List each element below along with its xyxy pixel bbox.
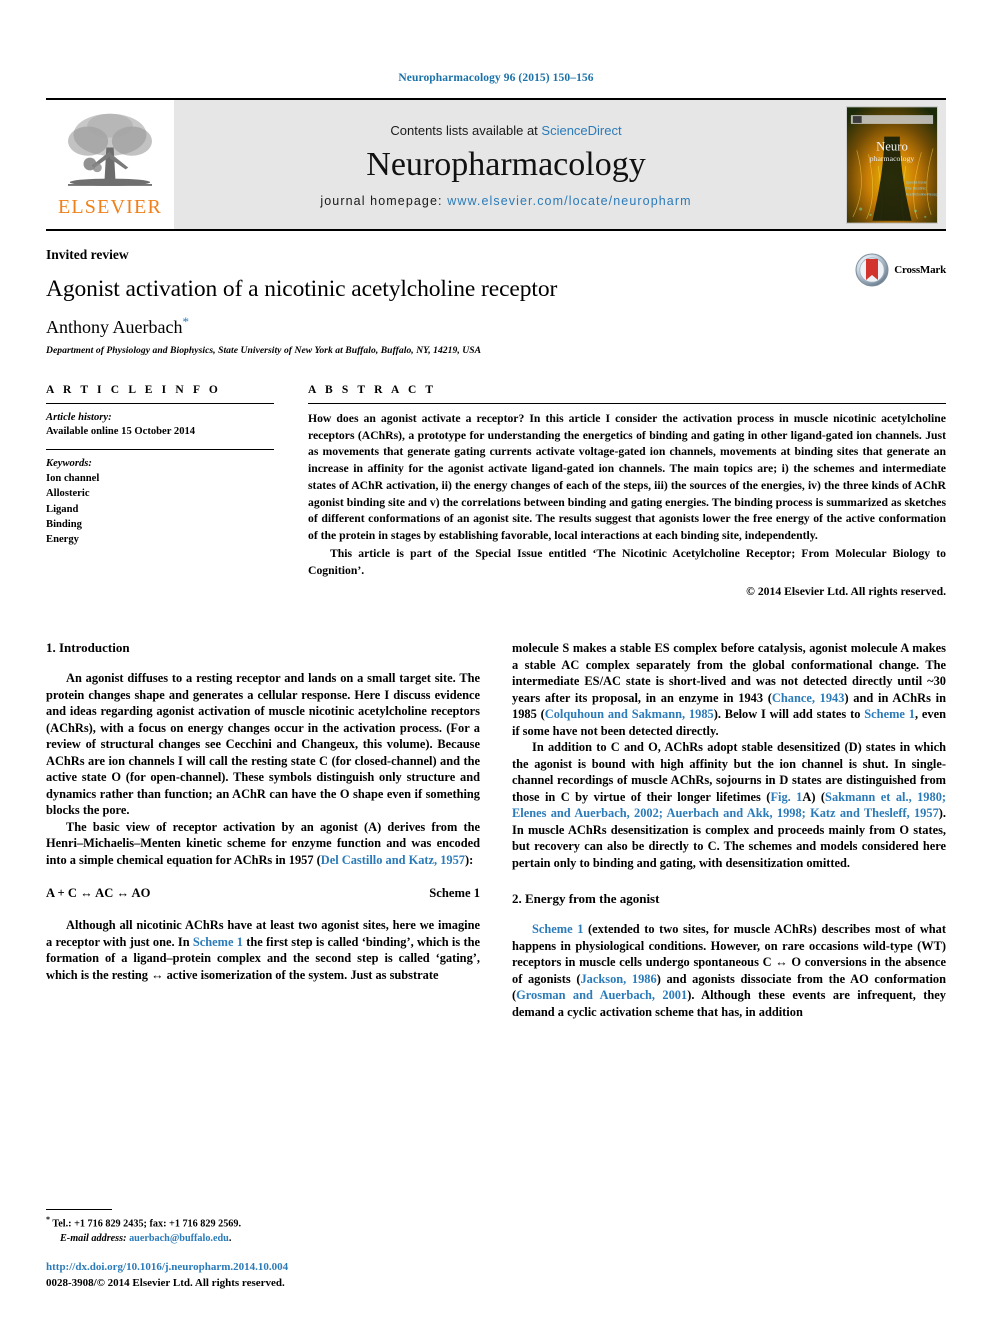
- scheme-link[interactable]: Scheme 1: [193, 935, 243, 949]
- journal-homepage-line: journal homepage: www.elsevier.com/locat…: [320, 194, 691, 208]
- list-item: Allosteric: [46, 488, 90, 500]
- running-head: Neuropharmacology 96 (2015) 150–156: [398, 72, 594, 84]
- scheme-link[interactable]: Scheme 1: [532, 922, 583, 936]
- abstract-body: How does an agonist activate a receptor?…: [308, 411, 946, 579]
- citation-link[interactable]: Grosman and Auerbach, 2001: [516, 988, 687, 1002]
- citation-link[interactable]: Chance, 1943: [772, 691, 845, 705]
- doi-block: http://dx.doi.org/10.1016/j.neuropharm.2…: [46, 1260, 476, 1291]
- text-run: A) (: [802, 789, 826, 804]
- footnote-block: * Tel.: +1 716 829 2435; fax: +1 716 829…: [46, 1209, 476, 1291]
- title-block: CrossMark Invited review Agonist activat…: [46, 231, 946, 356]
- homepage-prefix: journal homepage:: [320, 193, 448, 208]
- article-info-heading: A R T I C L E I N F O: [46, 384, 221, 397]
- keywords-list: Ion channel Allosteric Ligand Binding En…: [46, 471, 274, 546]
- footnote-email-line: E-mail address: auerbach@buffalo.edu.: [46, 1232, 476, 1246]
- email-link[interactable]: auerbach@buffalo.edu: [129, 1233, 229, 1244]
- list-item: Binding: [46, 518, 82, 530]
- sciencedirect-link[interactable]: ScienceDirect: [541, 123, 621, 138]
- paragraph-intro-2: The basic view of receptor activation by…: [46, 819, 480, 869]
- elsevier-wordmark: ELSEVIER: [57, 195, 163, 218]
- figure-link[interactable]: Fig. 1: [770, 790, 802, 804]
- footnote-contact: * Tel.: +1 716 829 2435; fax: +1 716 829…: [46, 1215, 476, 1231]
- body-columns: 1. Introduction An agonist diffuses to a…: [46, 640, 946, 1020]
- contents-list-line: Contents lists available at ScienceDirec…: [390, 123, 621, 138]
- journal-name: Neuropharmacology: [366, 146, 646, 184]
- section-heading-introduction: 1. Introduction: [46, 640, 130, 656]
- journal-masthead: ELSEVIER Contents lists available at Sci…: [46, 98, 946, 231]
- article-page: Neuropharmacology 96 (2015) 150–156 ELSE…: [0, 0, 992, 1323]
- scheme-label: Scheme 1: [429, 886, 480, 901]
- paragraph-intro-3: Although all nicotinic AChRs have at lea…: [46, 917, 480, 983]
- contents-prefix: Contents lists available at: [390, 123, 542, 139]
- author-name: Anthony Auerbach*: [46, 314, 946, 338]
- homepage-url-link[interactable]: www.elsevier.com/locate/neuropharm: [447, 194, 691, 208]
- author-label: Anthony Auerbach: [46, 317, 183, 338]
- section-heading-energy: 2. Energy from the agonist: [512, 891, 660, 907]
- body-column-left: 1. Introduction An agonist diffuses to a…: [46, 640, 480, 1020]
- article-info-column: A R T I C L E I N F O Article history: A…: [46, 384, 274, 598]
- scheme-link[interactable]: Scheme 1: [864, 707, 915, 721]
- scheme-1-row: A + C ↔ AC ↔ AO Scheme 1: [46, 886, 480, 901]
- list-item: Ion channel: [46, 473, 100, 485]
- email-label: E-mail address:: [60, 1233, 127, 1245]
- svg-text:Neuro: Neuro: [876, 139, 908, 153]
- footnote-tel: Tel.: +1 716 829 2435; fax: +1 716 829 2…: [52, 1218, 242, 1230]
- abstract-heading: A B S T R A C T: [308, 384, 437, 397]
- list-item: Ligand: [46, 503, 79, 515]
- svg-text:Acetylcholine Receptor: Acetylcholine Receptor: [906, 192, 938, 196]
- doi-link[interactable]: http://dx.doi.org/10.1016/j.neuropharm.2…: [46, 1260, 476, 1275]
- paragraph-right-2: In addition to C and O, AChRs adopt stab…: [512, 739, 946, 871]
- paragraph-right-1: molecule S makes a stable ES complex bef…: [512, 640, 946, 739]
- abstract-column: A B S T R A C T How does an agonist acti…: [308, 384, 946, 598]
- abstract-copyright: © 2014 Elsevier Ltd. All rights reserved…: [746, 585, 946, 599]
- article-history-label: Article history:: [46, 412, 112, 424]
- issn-copyright: 0028-3908/© 2014 Elsevier Ltd. All right…: [46, 1276, 285, 1289]
- abstract-rule: [308, 403, 946, 405]
- elsevier-tree-icon: [68, 113, 152, 186]
- citation-link[interactable]: Colquhoun and Sakmann, 1985: [545, 707, 714, 721]
- abstract-paragraph: How does an agonist activate a receptor?…: [308, 412, 946, 543]
- author-affiliation: Department of Physiology and Biophysics,…: [46, 345, 482, 357]
- email-suffix: .: [228, 1233, 232, 1245]
- crossmark-label: CrossMark: [894, 264, 946, 276]
- citation-link[interactable]: Del Castillo and Katz, 1957: [321, 853, 465, 867]
- article-type: Invited review: [46, 247, 129, 262]
- body-column-right: molecule S makes a stable ES complex bef…: [512, 640, 946, 1020]
- journal-cover-image: Neuro pharmacology Special Issue The Nic…: [846, 105, 938, 224]
- text-run: ). Below I will add states to: [713, 707, 865, 722]
- article-info-rule-mid: [46, 449, 274, 451]
- info-abstract-row: A R T I C L E I N F O Article history: A…: [46, 384, 946, 598]
- scheme-equation: A + C ↔ AC ↔ AO: [46, 886, 151, 901]
- article-info-rule-top: [46, 403, 274, 405]
- svg-text:pharmacology: pharmacology: [870, 154, 915, 163]
- svg-text:Special Issue: Special Issue: [906, 180, 927, 184]
- crossmark-icon: [855, 253, 889, 287]
- text-run: ):: [465, 852, 474, 867]
- paragraph-right-3: Scheme 1 (extended to two sites, for mus…: [512, 921, 946, 1020]
- svg-text:The Nicotinic: The Nicotinic: [906, 186, 927, 190]
- list-item: Energy: [46, 533, 79, 545]
- footnote-divider: [46, 1209, 112, 1211]
- keywords-label: Keywords:: [46, 458, 92, 470]
- paragraph-intro-1: An agonist diffuses to a resting recepto…: [46, 671, 480, 818]
- footnote-marker: *: [46, 1215, 50, 1225]
- journal-title-panel: Contents lists available at ScienceDirec…: [174, 100, 838, 229]
- abstract-special-issue: This article is part of the Special Issu…: [308, 546, 946, 577]
- elsevier-logo: ELSEVIER: [46, 100, 174, 229]
- page-title: Agonist activation of a nicotinic acetyl…: [46, 276, 558, 302]
- article-history-value: Available online 15 October 2014: [46, 426, 196, 438]
- crossmark-badge[interactable]: CrossMark: [855, 253, 946, 287]
- author-footnote-marker[interactable]: *: [182, 314, 189, 329]
- journal-cover-cell: Neuro pharmacology Special Issue The Nic…: [838, 100, 946, 229]
- citation-link[interactable]: Jackson, 1986: [580, 972, 656, 986]
